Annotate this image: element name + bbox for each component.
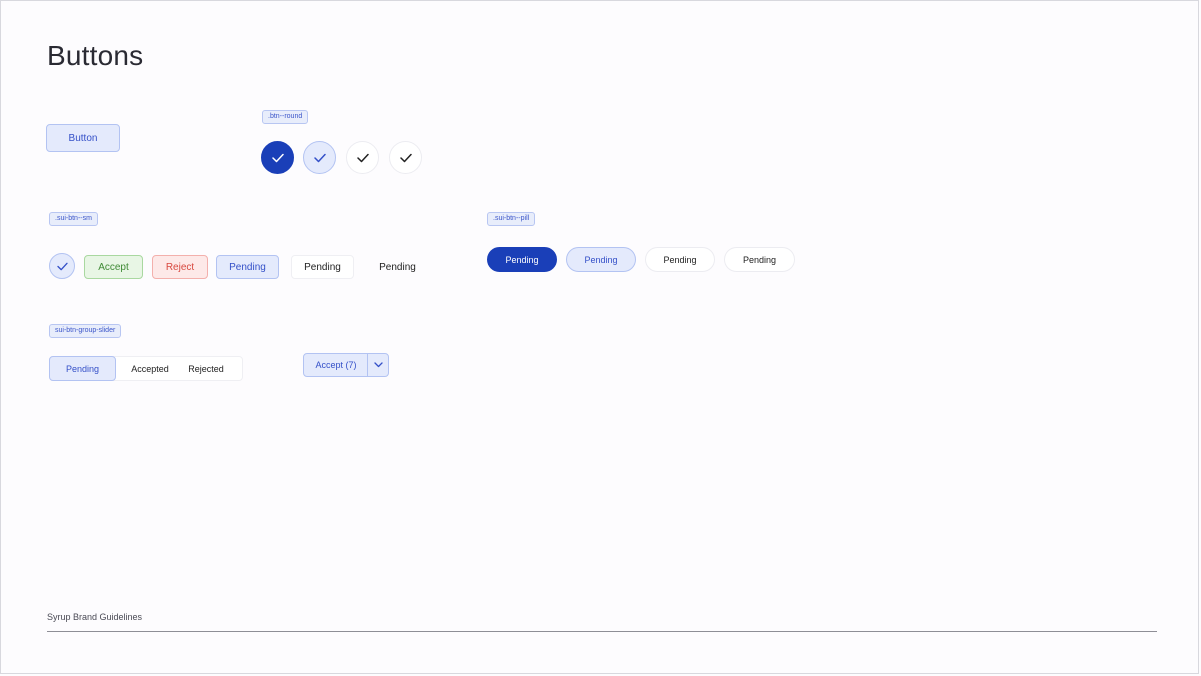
pill-button-light[interactable]: Pending bbox=[566, 247, 636, 272]
sm-tag: .sui-btn--sm bbox=[49, 212, 98, 226]
check-icon bbox=[56, 262, 68, 271]
check-icon bbox=[356, 153, 369, 163]
footer-divider bbox=[47, 631, 1157, 632]
pill-button-white-2[interactable]: Pending bbox=[724, 247, 795, 272]
pill-tag: .sui-btn--pill bbox=[487, 212, 536, 226]
pending-button-bordered[interactable]: Pending bbox=[291, 255, 354, 279]
segment-accepted[interactable]: Accepted bbox=[118, 356, 182, 381]
page-title: Buttons bbox=[47, 40, 144, 71]
pending-button-light[interactable]: Pending bbox=[216, 255, 279, 279]
round-button-white[interactable] bbox=[346, 141, 379, 174]
check-icon bbox=[399, 153, 412, 163]
footer-text: Syrup Brand Guidelines bbox=[47, 612, 143, 622]
round-button-white-2[interactable] bbox=[389, 141, 422, 174]
slide-frame bbox=[0, 0, 1199, 674]
sm-check-button[interactable] bbox=[49, 253, 75, 279]
slider-tag: sui-btn-group-slider bbox=[49, 324, 122, 338]
round-tag: .btn--round bbox=[262, 110, 309, 124]
button-group-slider: Pending Accepted Rejected bbox=[49, 356, 243, 381]
pill-button-white[interactable]: Pending bbox=[645, 247, 715, 272]
pending-button-plain[interactable]: Pending bbox=[366, 255, 429, 279]
round-button-solid[interactable] bbox=[261, 141, 294, 174]
accept-button[interactable]: Accept bbox=[84, 255, 143, 279]
split-button: Accept (7) bbox=[303, 353, 389, 377]
check-icon bbox=[313, 153, 326, 163]
round-button-light[interactable] bbox=[303, 141, 336, 174]
reject-button[interactable]: Reject bbox=[152, 255, 208, 279]
segment-rejected[interactable]: Rejected bbox=[178, 356, 234, 381]
segment-pending[interactable]: Pending bbox=[49, 356, 116, 381]
split-button-caret[interactable] bbox=[367, 354, 388, 376]
default-button[interactable]: Button bbox=[46, 124, 120, 152]
split-button-main[interactable]: Accept (7) bbox=[304, 354, 368, 376]
check-icon bbox=[271, 153, 284, 163]
pill-button-solid[interactable]: Pending bbox=[487, 247, 557, 272]
chevron-down-icon bbox=[373, 362, 383, 368]
